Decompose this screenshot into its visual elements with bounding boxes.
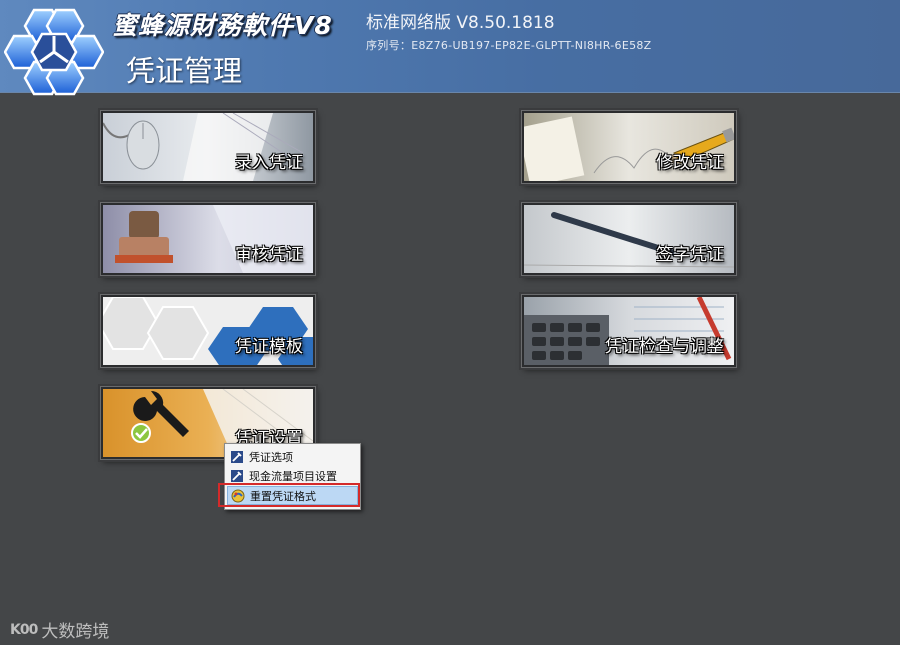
tile-label: 签字凭证 xyxy=(656,245,724,265)
tile-label: 凭证检查与调整 xyxy=(605,337,724,357)
tile-label: 审核凭证 xyxy=(235,245,303,265)
tile-label: 修改凭证 xyxy=(656,153,724,173)
menu-item-label: 凭证选项 xyxy=(249,450,293,464)
page-title: 凭证管理 xyxy=(126,54,243,88)
menu-item-voucher-options[interactable]: 凭证选项 xyxy=(227,447,358,466)
voucher-template-button[interactable]: 凭证模板 xyxy=(100,294,316,368)
voucher-entry-button[interactable]: 录入凭证 xyxy=(100,110,316,184)
watermark-text: 大数跨境 xyxy=(41,622,110,642)
options-tool-icon xyxy=(231,450,243,463)
voucher-audit-button[interactable]: 审核凭证 xyxy=(100,202,316,276)
watermark: K00 大数跨境 xyxy=(10,617,110,643)
menu-item-cashflow-settings[interactable]: 现金流量项目设置 xyxy=(227,466,358,485)
serial-number: 序列号：E8Z76-UB197-EP82E-GLPTT-NI8HR-6E58Z xyxy=(366,39,652,52)
tile-label: 凭证模板 xyxy=(235,337,303,357)
voucher-check-adjust-button[interactable]: 凭证检查与调整 xyxy=(521,294,737,368)
edition-version: 标准网络版 V8.50.1818 xyxy=(366,13,555,33)
reset-format-icon xyxy=(231,489,245,502)
cashflow-tool-icon xyxy=(231,469,243,482)
settings-context-menu: 凭证选项 现金流量项目设置 重置凭证格式 xyxy=(224,443,361,510)
honeycomb-logo-icon xyxy=(4,8,104,96)
voucher-sign-button[interactable]: 签字凭证 xyxy=(521,202,737,276)
voucher-modify-button[interactable]: 修改凭证 xyxy=(521,110,737,184)
watermark-logo-icon: K00 xyxy=(10,621,38,638)
app-header: 蜜蜂源財務軟件V8 标准网络版 V8.50.1818 序列号：E8Z76-UB1… xyxy=(0,0,900,96)
menu-item-label: 重置凭证格式 xyxy=(250,489,316,503)
menu-item-reset-voucher-format[interactable]: 重置凭证格式 xyxy=(227,486,358,505)
menu-item-label: 现金流量项目设置 xyxy=(249,469,337,483)
brand-name: 蜜蜂源財務軟件V8 xyxy=(112,11,333,40)
tile-label: 录入凭证 xyxy=(235,153,303,173)
